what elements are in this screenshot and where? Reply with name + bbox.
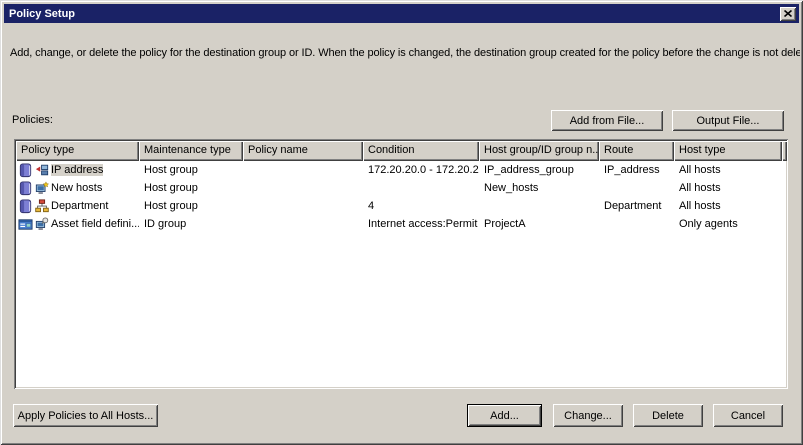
titlebar[interactable]: Policy Setup — [4, 4, 799, 23]
row-label: New hosts — [51, 182, 103, 194]
add-from-file-button[interactable]: Add from File... — [551, 110, 663, 131]
add-button[interactable]: Add... — [467, 404, 542, 427]
cancel-button[interactable]: Cancel — [713, 404, 783, 427]
notebook-icon — [18, 198, 33, 214]
policies-list[interactable]: Policy type Maintenance type Policy name… — [14, 139, 788, 389]
close-button[interactable] — [780, 6, 796, 21]
asset-search-computer-icon — [35, 217, 49, 231]
table-row[interactable]: Asset field defini... ID group Internet … — [16, 215, 786, 233]
delete-button[interactable]: Delete — [633, 404, 703, 427]
table-row[interactable]: New hosts Host group New_hosts All hosts — [16, 179, 786, 197]
policies-label: Policies: — [12, 114, 53, 126]
cell-host-type: All hosts — [679, 200, 721, 212]
table-row[interactable]: IP address Host group 172.20.20.0 - 172.… — [16, 161, 786, 179]
dialog-instructions: Add, change, or delete the policy for th… — [10, 47, 800, 59]
column-header-host-type[interactable]: Host type — [674, 141, 782, 161]
cell-host-group: ProjectA — [484, 218, 526, 230]
column-header-policy-name[interactable]: Policy name — [243, 141, 363, 161]
column-header-host-group[interactable]: Host group/ID group n... — [479, 141, 599, 161]
column-header-route[interactable]: Route — [599, 141, 674, 161]
cell-maintenance-type: Host group — [144, 164, 198, 176]
cell-maintenance-type: ID group — [144, 218, 187, 230]
list-header: Policy type Maintenance type Policy name… — [16, 141, 787, 161]
table-row[interactable]: Department Host group 4 Department All h… — [16, 197, 786, 215]
column-header-condition[interactable]: Condition — [363, 141, 479, 161]
ip-network-icon — [35, 163, 49, 177]
cell-host-group: New_hosts — [484, 182, 539, 194]
new-host-computer-icon — [35, 181, 49, 195]
cell-condition: 4 — [368, 200, 375, 212]
cell-condition: Internet access:Permit — [368, 218, 478, 230]
cell-host-group: IP_address_group — [484, 164, 574, 176]
row-label: Department — [51, 200, 109, 212]
cell-host-type: All hosts — [679, 182, 721, 194]
asset-list-icon — [18, 217, 33, 232]
cell-host-type: Only agents — [679, 218, 738, 230]
cell-maintenance-type: Host group — [144, 182, 198, 194]
column-header-maintenance-type[interactable]: Maintenance type — [139, 141, 243, 161]
output-file-button[interactable]: Output File... — [672, 110, 784, 131]
policy-setup-dialog: Policy Setup Add, change, or delete the … — [0, 0, 803, 445]
notebook-icon — [18, 180, 33, 196]
cell-route: IP_address — [604, 164, 660, 176]
close-icon — [784, 10, 792, 17]
window-title: Policy Setup — [9, 7, 76, 20]
notebook-icon — [18, 162, 33, 178]
department-tree-icon — [35, 199, 49, 213]
change-button[interactable]: Change... — [553, 404, 623, 427]
cell-host-type: All hosts — [679, 164, 721, 176]
column-header-policy-type[interactable]: Policy type — [16, 141, 139, 161]
row-label: IP address — [51, 164, 104, 176]
cell-route: Department — [604, 200, 662, 212]
cell-maintenance-type: Host group — [144, 200, 198, 212]
column-header-filler — [782, 141, 787, 161]
row-label: Asset field defini... — [51, 218, 139, 230]
apply-policies-all-hosts-button[interactable]: Apply Policies to All Hosts... — [13, 404, 158, 427]
cell-condition: 172.20.20.0 - 172.20.2... — [368, 164, 479, 176]
